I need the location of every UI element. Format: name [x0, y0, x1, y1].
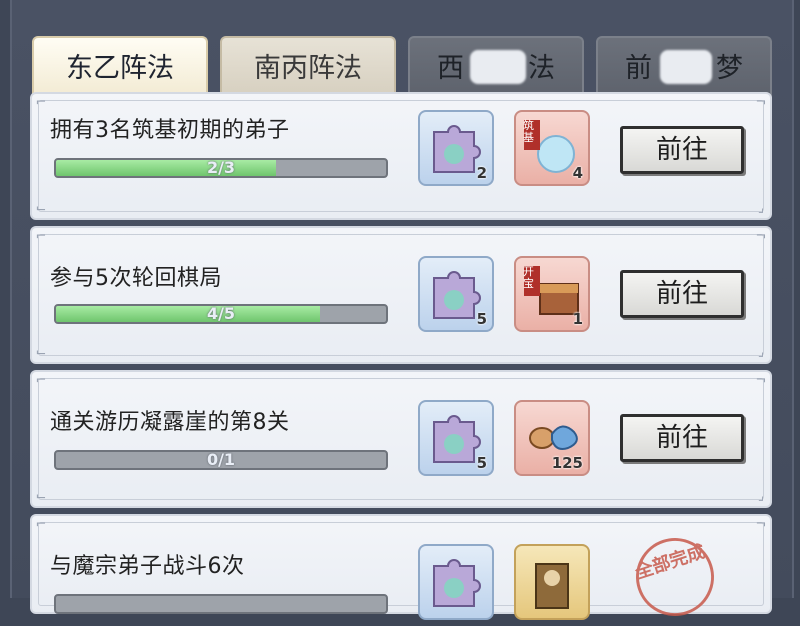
task-card: ⌐ ¬ ⌙ ⌟ 通关游历凝露崖的第8关 0/1 5 125 前往: [30, 370, 772, 508]
reward-count: 5: [476, 310, 487, 328]
reward-item[interactable]: 筑基 4: [514, 110, 590, 186]
corner-ornament-icon: ¬: [755, 517, 767, 532]
reward-item[interactable]: [418, 544, 494, 620]
progress-text: 0/1: [206, 450, 236, 469]
reward-item[interactable]: 125: [514, 400, 590, 476]
task-card: ⌐ ¬ ⌙ ⌟ 拥有3名筑基初期的弟子 2/3 2 筑基 4 前往: [30, 92, 772, 220]
task-card: ⌐ ¬ ⌙ ⌟ 参与5次轮回棋局 4/5 5 开宝 1 前往: [30, 226, 772, 364]
tab-xi-label-tail: 法: [528, 53, 555, 84]
tab-dongyi[interactable]: 东乙阵法: [32, 36, 208, 98]
corner-ornament-icon: ⌟: [757, 201, 765, 216]
goto-button[interactable]: 前往: [620, 414, 744, 462]
task-progress-bar: 2/3: [54, 158, 388, 178]
corner-ornament-icon: ⌐: [35, 517, 47, 532]
task-title: 拥有3名筑基初期的弟子: [50, 118, 290, 143]
progress-text: 2/3: [206, 158, 236, 177]
corner-ornament-icon: ⌟: [757, 489, 765, 504]
progress-text: 4/5: [206, 304, 236, 323]
corner-ornament-icon: ⌐: [35, 229, 47, 244]
task-title: 通关游历凝露崖的第8关: [50, 410, 290, 435]
reward-badge: 开宝: [523, 265, 534, 290]
reward-count: 4: [572, 164, 583, 182]
tab-nanbing[interactable]: 南丙阵法: [220, 36, 396, 98]
reward-item[interactable]: 5: [418, 256, 494, 332]
task-title: 参与5次轮回棋局: [50, 266, 222, 291]
reward-item[interactable]: [514, 544, 590, 620]
corner-ornament-icon: ¬: [755, 95, 767, 110]
warrior-card-icon: [535, 563, 569, 609]
reward-count: 1: [572, 310, 583, 328]
task-title: 与魔宗弟子战斗6次: [50, 554, 245, 579]
corner-ornament-icon: ⌙: [35, 201, 47, 216]
reward-count: 125: [551, 454, 583, 472]
redaction-mask: [470, 50, 526, 84]
task-card: ⌐ ¬ 与魔宗弟子战斗6次 全部完成: [30, 514, 772, 626]
goto-button[interactable]: 前往: [620, 126, 744, 174]
reward-item[interactable]: 5: [418, 400, 494, 476]
corner-ornament-icon: ⌐: [35, 373, 47, 388]
redaction-mask: [660, 50, 712, 84]
corner-ornament-icon: ⌙: [35, 489, 47, 504]
jigsaw-piece-icon: [433, 559, 481, 607]
corner-ornament-icon: ¬: [755, 229, 767, 244]
task-progress-bar: [54, 594, 388, 614]
task-progress-bar: 4/5: [54, 304, 388, 324]
reward-count: 5: [476, 454, 487, 472]
reward-item[interactable]: 2: [418, 110, 494, 186]
reward-badge: 筑基: [523, 119, 534, 144]
goto-button[interactable]: 前往: [620, 270, 744, 318]
tab-qian-label: 前: [625, 53, 652, 84]
tab-qian-label-tail: 梦: [716, 53, 743, 84]
reward-item[interactable]: 开宝 1: [514, 256, 590, 332]
tab-xi-label: 西: [437, 53, 464, 84]
task-progress-bar: 0/1: [54, 450, 388, 470]
corner-ornament-icon: ¬: [755, 373, 767, 388]
reward-count: 2: [476, 164, 487, 182]
corner-ornament-icon: ⌐: [35, 95, 47, 110]
corner-ornament-icon: ⌟: [757, 345, 765, 360]
corner-ornament-icon: ⌙: [35, 345, 47, 360]
